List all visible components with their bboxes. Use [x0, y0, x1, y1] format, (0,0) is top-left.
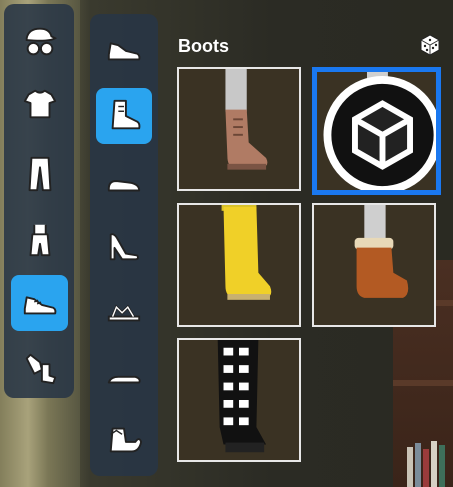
subcategory-slipper[interactable]	[96, 348, 152, 398]
category-pants[interactable]	[12, 144, 68, 204]
glove-sock-icon	[25, 353, 57, 385]
pants-icon	[28, 156, 52, 192]
category-tshirt[interactable]	[12, 76, 68, 132]
category-dress[interactable]	[12, 212, 68, 268]
subcategory-elf-shoe[interactable]	[96, 414, 152, 466]
item-brown-lace-up-boot[interactable]	[177, 67, 301, 191]
randomize-dice-button[interactable]	[418, 33, 442, 57]
sneaker-icon	[23, 296, 56, 315]
hat-glasses-icon	[25, 27, 58, 56]
yellow-rain-boot-image	[179, 205, 299, 325]
item-black-white-buckle-boot[interactable]	[177, 338, 301, 462]
elf-shoe-icon	[109, 427, 143, 453]
subcategory-sandal[interactable]	[96, 284, 152, 334]
sandal-icon	[107, 304, 141, 322]
slipper-icon	[107, 375, 141, 384]
subcategory-sneaker[interactable]	[96, 24, 152, 74]
item-yellow-rain-boot[interactable]	[177, 203, 301, 327]
subcategory-loafer[interactable]	[96, 156, 152, 206]
brown-ugg-boot-image	[314, 205, 434, 325]
owned-cube-icon	[323, 76, 436, 190]
overalls-icon	[29, 224, 51, 257]
item-black-combat-boot[interactable]	[312, 67, 441, 195]
subcategory-boot[interactable]	[96, 88, 152, 144]
dice-icon	[420, 34, 440, 56]
subcategory-panel	[90, 14, 158, 476]
boot-icon	[111, 99, 141, 130]
tshirt-icon	[23, 89, 57, 119]
brown-lace-up-boot-image	[179, 69, 299, 189]
category-hats-glasses[interactable]	[12, 14, 68, 70]
category-shoes[interactable]	[11, 275, 68, 331]
black-white-buckle-boot-image	[179, 340, 299, 460]
item-brown-ugg-boot[interactable]	[312, 203, 436, 327]
category-panel	[4, 4, 74, 398]
sneaker-icon	[107, 42, 141, 61]
category-gloves-socks[interactable]	[12, 340, 68, 396]
subcategory-high-heel[interactable]	[96, 218, 152, 274]
loafer-icon	[107, 180, 141, 192]
section-title: Boots	[178, 36, 229, 56]
high-heel-icon	[109, 233, 139, 261]
